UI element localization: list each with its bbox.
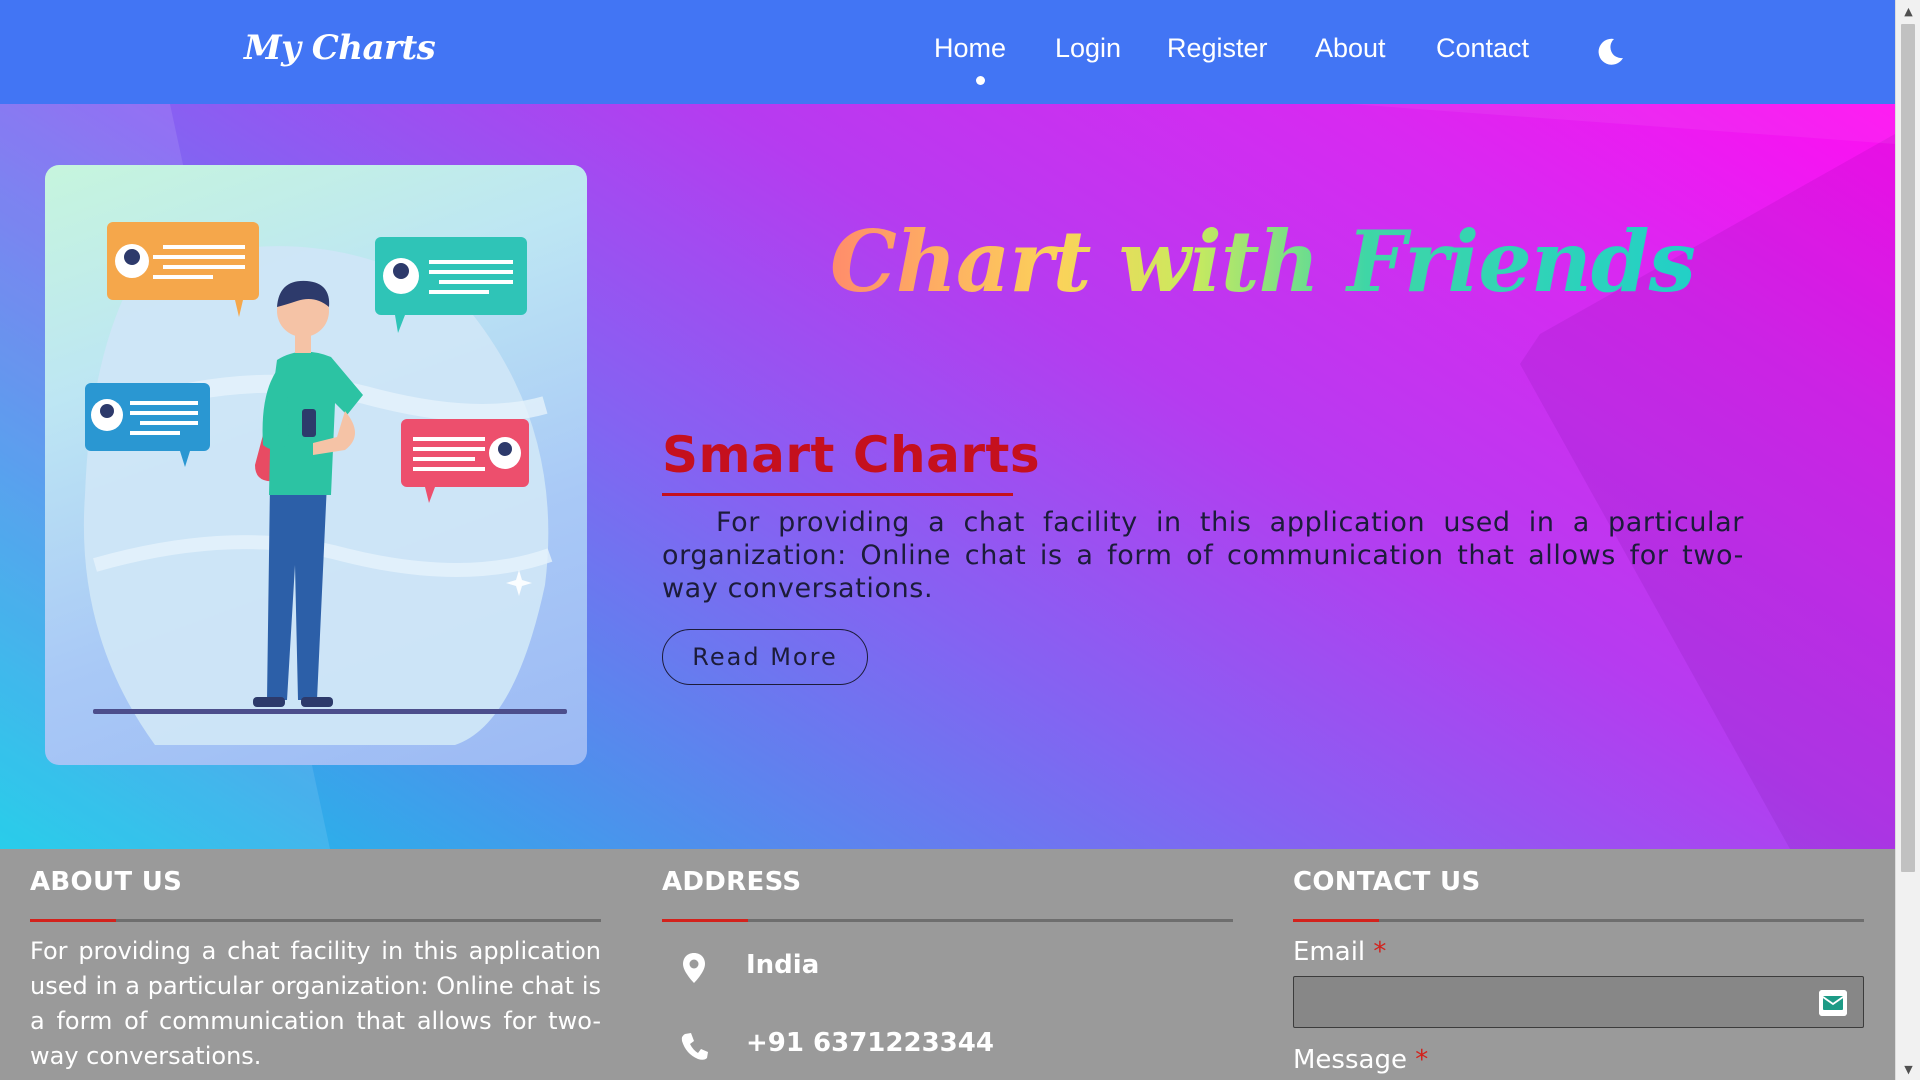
scroll-down-arrow-icon[interactable]: ▼: [1896, 1058, 1920, 1080]
email-label-text: Email: [1293, 937, 1366, 967]
email-field[interactable]: [1293, 976, 1864, 1028]
required-mark: *: [1373, 937, 1387, 967]
nav-item-login[interactable]: Login: [1055, 33, 1121, 64]
message-label-text: Message: [1293, 1045, 1407, 1075]
contact-heading: CONTACT US: [1293, 867, 1481, 897]
navbar: My Charts Home Login Register About Cont…: [0, 0, 1895, 104]
nav-item-contact[interactable]: Contact: [1436, 33, 1529, 64]
address-heading: ADDRESS: [662, 867, 802, 897]
active-indicator: [976, 76, 985, 85]
hero-description: For providing a chat facility in this ap…: [662, 507, 1744, 604]
nav-item-register[interactable]: Register: [1167, 33, 1268, 64]
nav-item-home[interactable]: Home: [934, 33, 1006, 64]
email-label: Email *: [1293, 937, 1386, 967]
address-phone[interactable]: +91 6371223344: [746, 1028, 994, 1058]
address-divider-accent: [662, 919, 748, 922]
contact-divider-accent: [1293, 919, 1379, 922]
read-more-button[interactable]: Read More: [662, 629, 868, 685]
brand-logo[interactable]: My Charts: [244, 28, 436, 68]
message-label: Message *: [1293, 1045, 1428, 1075]
hero-subtitle-underline: [662, 493, 1013, 496]
required-mark: *: [1415, 1045, 1429, 1075]
hero-title: Chart with Friends: [830, 212, 1696, 311]
scrollbar-thumb[interactable]: [1901, 24, 1915, 872]
hero-section: Chart with Friends Smart Charts For prov…: [0, 104, 1895, 849]
about-divider-accent: [30, 919, 116, 922]
nav-item-about[interactable]: About: [1315, 33, 1386, 64]
mail-icon[interactable]: [1819, 990, 1847, 1016]
person-chatting-illustration: [45, 165, 587, 765]
address-location: India: [746, 950, 820, 980]
about-heading: ABOUT US: [30, 867, 183, 897]
page-scrollbar[interactable]: ▲ ▼: [1895, 0, 1920, 1080]
footer: ABOUT US For providing a chat facility i…: [0, 849, 1895, 1080]
scroll-up-arrow-icon[interactable]: ▲: [1896, 0, 1920, 22]
moon-icon[interactable]: [1594, 36, 1626, 68]
about-text: For providing a chat facility in this ap…: [30, 937, 601, 1070]
hero-subtitle: Smart Charts: [662, 426, 1041, 484]
phone-icon: [681, 1033, 708, 1060]
map-pin-icon: [683, 953, 705, 983]
